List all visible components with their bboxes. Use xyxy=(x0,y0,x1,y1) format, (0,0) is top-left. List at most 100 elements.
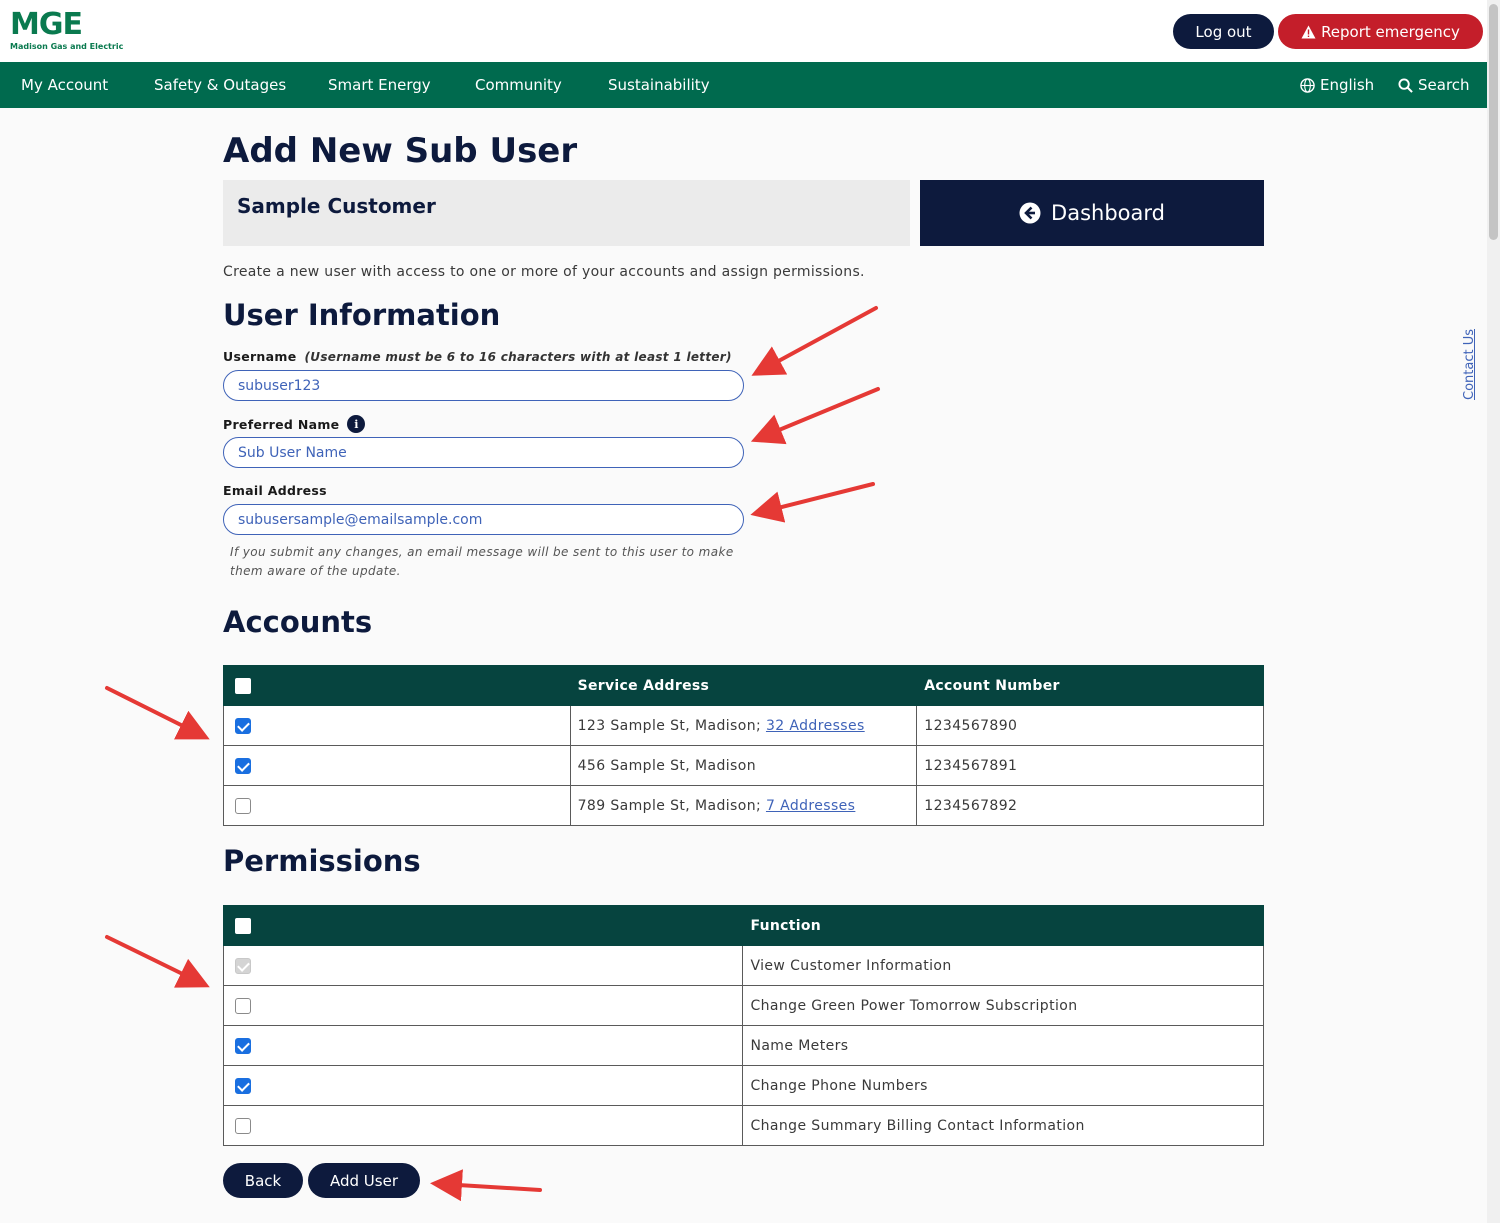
permissions-header-row: Function xyxy=(222,905,1264,946)
permission-checkbox[interactable] xyxy=(235,1037,251,1054)
add-user-button[interactable]: Add User xyxy=(308,1163,420,1198)
annotation-arrow xyxy=(750,482,875,523)
function-cell: Name Meters xyxy=(742,1025,1264,1066)
permission-checkbox-disabled xyxy=(235,957,251,974)
report-emergency-button[interactable]: Report emergency xyxy=(1278,14,1483,49)
addresses-link[interactable]: 32 Addresses xyxy=(766,718,865,734)
main-nav: My Account Safety & Outages Smart Energy… xyxy=(0,62,1487,108)
username-label: Username xyxy=(223,349,297,364)
table-row: Change Phone Numbers xyxy=(222,1065,1264,1106)
account-checkbox[interactable] xyxy=(235,717,251,734)
account-number-header: Account Number xyxy=(916,665,1264,706)
dashboard-button[interactable]: Dashboard xyxy=(920,180,1264,246)
annotation-arrow xyxy=(750,387,880,445)
email-input[interactable] xyxy=(223,504,744,535)
scrollbar-thumb[interactable] xyxy=(1489,4,1498,240)
accounts-header-row: Service Address Account Number xyxy=(223,665,1264,706)
mge-logo[interactable]: MGE Madison Gas and Electric xyxy=(10,8,130,58)
username-input[interactable] xyxy=(223,370,744,401)
permissions-select-all-cell xyxy=(222,905,744,946)
function-cell: Change Summary Billing Contact Informati… xyxy=(742,1105,1264,1146)
service-address-cell: 456 Sample St, Madison xyxy=(569,745,918,786)
preferred-name-label: Preferred Name xyxy=(223,416,340,432)
top-header: MGE Madison Gas and Electric Log out Rep… xyxy=(0,0,1487,62)
accounts-select-all-checkbox[interactable] xyxy=(235,677,251,694)
contact-us-tab[interactable]: Contact Us xyxy=(1458,310,1482,400)
table-row: Change Summary Billing Contact Informati… xyxy=(222,1105,1264,1146)
permission-checkbox-cell xyxy=(222,1025,744,1066)
permission-checkbox[interactable] xyxy=(235,1077,251,1094)
contact-us-label: Contact Us xyxy=(1462,329,1477,400)
language-selector[interactable]: English xyxy=(1300,62,1374,108)
info-icon[interactable]: i xyxy=(347,415,366,433)
nav-sustainability[interactable]: Sustainability xyxy=(608,62,710,108)
table-row: 123 Sample St, Madison; 32 Addresses 123… xyxy=(223,705,1264,746)
nav-safety-outages[interactable]: Safety & Outages xyxy=(154,62,286,108)
logo-subtext: Madison Gas and Electric xyxy=(10,42,124,51)
addresses-link[interactable]: 7 Addresses xyxy=(766,798,855,814)
permission-checkbox[interactable] xyxy=(235,1117,251,1134)
account-checkbox[interactable] xyxy=(235,757,251,774)
email-label: Email Address xyxy=(223,483,327,498)
table-row: View Customer Information xyxy=(222,945,1264,986)
search-button[interactable]: Search xyxy=(1398,62,1470,108)
customer-banner: Sample Customer xyxy=(223,180,910,246)
username-hint: (Username must be 6 to 16 characters wit… xyxy=(304,349,732,364)
annotation-arrow xyxy=(430,1169,542,1202)
table-row: Change Green Power Tomorrow Subscription xyxy=(222,985,1264,1026)
annotation-arrow xyxy=(105,686,210,740)
back-button[interactable]: Back xyxy=(223,1163,303,1198)
warning-icon xyxy=(1301,25,1316,38)
table-row: Name Meters xyxy=(222,1025,1264,1066)
preferred-name-input[interactable] xyxy=(223,437,744,468)
permission-checkbox-cell xyxy=(222,1065,744,1106)
preferred-name-label-row: Preferred Name i xyxy=(223,415,366,433)
function-cell: Change Green Power Tomorrow Subscription xyxy=(742,985,1264,1026)
page-title: Add New Sub User xyxy=(223,131,578,171)
email-label-row: Email Address xyxy=(223,483,327,498)
language-label: English xyxy=(1320,76,1375,94)
search-icon xyxy=(1398,77,1413,93)
function-header: Function xyxy=(742,905,1264,946)
nav-my-account[interactable]: My Account xyxy=(21,62,108,108)
account-number-cell: 1234567891 xyxy=(916,745,1264,786)
report-emergency-label: Report emergency xyxy=(1321,22,1460,41)
function-cell: Change Phone Numbers xyxy=(742,1065,1264,1106)
account-checkbox-cell xyxy=(223,705,571,746)
table-row: 456 Sample St, Madison 1234567891 xyxy=(223,745,1264,786)
email-change-note: If you submit any changes, an email mess… xyxy=(230,545,734,578)
accounts-select-all-cell xyxy=(223,665,571,706)
function-cell: View Customer Information xyxy=(742,945,1264,986)
username-label-row: Username (Username must be 6 to 16 chara… xyxy=(223,349,732,364)
accounts-heading: Accounts xyxy=(223,605,373,639)
account-number-cell: 1234567890 xyxy=(916,705,1264,746)
nav-community[interactable]: Community xyxy=(475,62,562,108)
customer-name: Sample Customer xyxy=(237,194,436,218)
service-address: 123 Sample St, Madison; xyxy=(577,717,762,734)
account-number-cell: 1234567892 xyxy=(916,785,1264,826)
logout-button[interactable]: Log out xyxy=(1173,14,1274,49)
table-row: 789 Sample St, Madison; 7 Addresses 1234… xyxy=(223,785,1264,826)
nav-smart-energy[interactable]: Smart Energy xyxy=(328,62,431,108)
service-address-cell: 789 Sample St, Madison; 7 Addresses xyxy=(569,785,918,826)
service-address-header: Service Address xyxy=(569,665,918,706)
annotation-arrow xyxy=(105,935,210,988)
account-checkbox-cell xyxy=(223,745,571,786)
accounts-table: Service Address Account Number 123 Sampl… xyxy=(223,665,1264,826)
dashboard-label: Dashboard xyxy=(1051,201,1165,225)
permissions-table: Function View Customer Information Chang… xyxy=(222,905,1264,1146)
account-checkbox[interactable] xyxy=(235,797,251,814)
permissions-heading: Permissions xyxy=(223,844,421,878)
service-address: 789 Sample St, Madison; xyxy=(577,797,762,814)
permission-checkbox[interactable] xyxy=(235,997,251,1014)
permission-checkbox-cell xyxy=(222,1105,744,1146)
back-arrow-icon xyxy=(1019,202,1041,224)
permission-checkbox-cell xyxy=(222,985,744,1026)
user-information-heading: User Information xyxy=(223,298,501,332)
service-address-cell: 123 Sample St, Madison; 32 Addresses xyxy=(569,705,918,746)
globe-icon xyxy=(1300,77,1315,93)
page-scrollbar[interactable] xyxy=(1487,0,1500,1223)
logo-text: MGE xyxy=(10,7,83,42)
permissions-select-all-checkbox[interactable] xyxy=(235,917,251,934)
search-label: Search xyxy=(1418,76,1470,94)
